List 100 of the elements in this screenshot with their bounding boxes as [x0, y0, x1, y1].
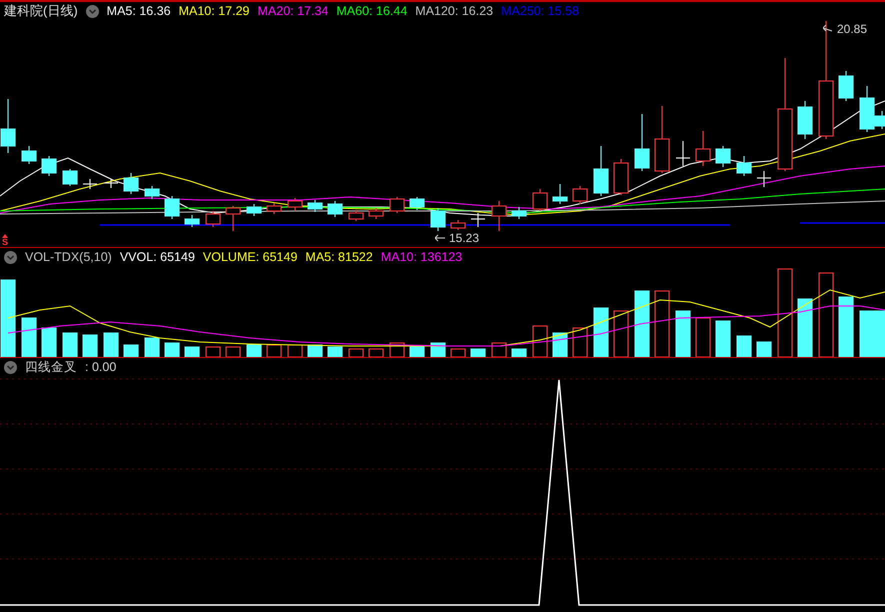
signal-marker: S	[2, 238, 8, 247]
candlestick	[368, 208, 384, 220]
volume-bar	[716, 320, 730, 357]
candlestick	[144, 186, 160, 200]
indicator-title: 四线金叉	[25, 358, 77, 376]
up-arrow-icon	[2, 234, 8, 238]
candlestick	[798, 100, 812, 140]
candlestick	[450, 220, 466, 230]
indicator-value: MA10: 136123	[380, 248, 462, 266]
volume-bar	[206, 346, 220, 357]
candlestick	[594, 146, 608, 196]
candlestick	[328, 200, 342, 218]
volume-bar	[266, 344, 282, 357]
candlestick	[308, 200, 322, 212]
candlestick	[512, 206, 526, 220]
indicator-value: MA250: 15.58	[501, 2, 579, 20]
volume-bar	[144, 338, 160, 357]
volume-bar	[104, 332, 118, 357]
volume-bar	[492, 342, 506, 357]
candlestick	[676, 140, 690, 166]
indicator-value: VOLUME: 65149	[202, 248, 298, 266]
volume-bar	[450, 348, 466, 357]
volume-bar	[42, 328, 56, 357]
candlestick	[532, 188, 548, 212]
stock-title: 建科院(日线)	[4, 2, 78, 20]
volume-bar	[22, 318, 36, 357]
volume-bar	[62, 332, 78, 357]
candlestick	[0, 98, 16, 154]
indicator-value: MA10: 17.29	[178, 2, 250, 20]
volume-bar	[430, 342, 446, 357]
volume-bar	[246, 344, 262, 357]
low-price-label: 15.23	[449, 230, 480, 247]
candlestick	[756, 170, 772, 188]
volume-bar	[82, 334, 98, 357]
volume-bar	[572, 328, 588, 357]
candlestick	[696, 130, 710, 166]
candlestick	[552, 184, 568, 204]
indicator-value: VVOL: 65149	[120, 248, 195, 266]
candlestick	[184, 214, 200, 228]
volume-bar	[798, 298, 812, 357]
volume-bar	[838, 296, 854, 357]
volume-bar	[756, 342, 772, 357]
candlestick	[348, 210, 364, 222]
candlestick	[164, 196, 180, 220]
candlestick	[654, 106, 670, 174]
volume-bar	[184, 346, 200, 357]
indicator-value: MA5: 16.36	[106, 2, 171, 20]
pointer-arrow-icon	[435, 234, 445, 242]
candlestick	[266, 202, 282, 214]
indicator-value: MA20: 17.34	[258, 2, 328, 20]
candlestick	[22, 146, 36, 164]
dropdown-icon[interactable]	[4, 360, 17, 374]
volume-bar	[348, 348, 364, 357]
volume-bar	[654, 290, 670, 357]
candlestick	[430, 208, 446, 232]
candlestick	[410, 196, 424, 210]
indicator-value: VOL-TDX(5,10)	[25, 248, 112, 266]
high-price-label: 20.85	[837, 21, 868, 38]
volume-bar	[552, 332, 568, 357]
volume-bar	[874, 310, 885, 357]
volume-bar	[124, 344, 138, 357]
candlestick	[82, 178, 98, 190]
candlestick	[492, 200, 506, 232]
indicator-value: MA120: 16.23	[415, 2, 494, 20]
volume-bar	[594, 308, 608, 357]
candlestick	[226, 206, 240, 232]
volume-bar	[226, 346, 240, 357]
volume-bar	[368, 348, 384, 357]
candlestick	[42, 156, 56, 176]
candlestick	[470, 212, 486, 228]
candlestick	[246, 204, 262, 216]
indicator-value: : 0.00	[85, 358, 116, 376]
candlestick	[206, 210, 220, 228]
indicator-value: MA60: 16.44	[336, 2, 408, 20]
pointer-arrow-icon	[823, 25, 833, 33]
candlestick	[390, 196, 404, 214]
candlestick	[288, 198, 302, 212]
volume-bar	[860, 310, 874, 357]
candlestick	[104, 178, 118, 188]
volume-bar	[410, 346, 424, 357]
volume-bar	[696, 318, 710, 357]
candlestick	[124, 172, 138, 194]
candlestick	[572, 186, 588, 204]
volume-bar	[288, 344, 302, 357]
dropdown-icon[interactable]	[4, 250, 17, 264]
volume-bar	[614, 310, 628, 357]
volume-bar	[470, 348, 486, 357]
candlestick	[62, 168, 78, 186]
volume-bar	[512, 348, 526, 357]
candlestick	[614, 158, 628, 196]
volume-bar	[328, 346, 342, 357]
volume-bar	[532, 326, 548, 357]
volume-bar	[676, 310, 690, 357]
dropdown-icon[interactable]	[86, 4, 99, 18]
candlestick	[838, 70, 854, 102]
volume-bar	[164, 342, 180, 357]
volume-bar	[736, 336, 752, 357]
indicator-value: MA5: 81522	[305, 248, 373, 266]
candlestick	[716, 146, 730, 168]
volume-bar	[308, 344, 322, 357]
